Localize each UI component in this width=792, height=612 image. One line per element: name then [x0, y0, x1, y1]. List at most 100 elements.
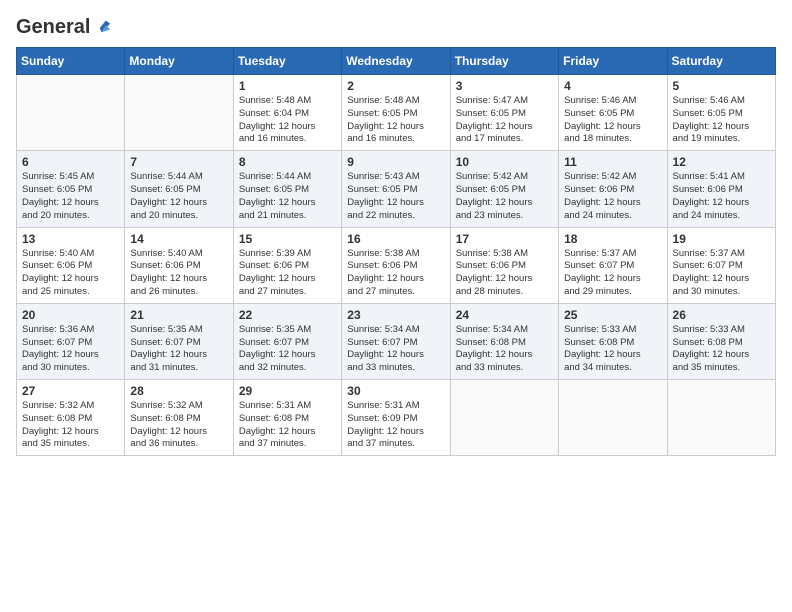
calendar-cell: 2 Sunrise: 5:48 AM Sunset: 6:05 PM Daylig…	[342, 75, 450, 151]
day-number: 11	[564, 155, 661, 169]
day-info: Sunrise: 5:35 AM Sunset: 6:07 PM Dayligh…	[239, 324, 336, 375]
day-number: 27	[22, 384, 119, 398]
day-info: Sunrise: 5:40 AM Sunset: 6:06 PM Dayligh…	[130, 248, 227, 299]
calendar-cell	[17, 75, 125, 151]
calendar-cell: 29 Sunrise: 5:31 AM Sunset: 6:08 PM Dayli…	[233, 380, 341, 456]
day-number: 16	[347, 232, 444, 246]
day-number: 24	[456, 308, 553, 322]
day-number: 25	[564, 308, 661, 322]
day-number: 3	[456, 79, 553, 93]
day-number: 12	[673, 155, 770, 169]
weekday-header-thursday: Thursday	[450, 48, 558, 75]
day-info: Sunrise: 5:33 AM Sunset: 6:08 PM Dayligh…	[673, 324, 770, 375]
calendar-cell: 10 Sunrise: 5:42 AM Sunset: 6:05 PM Dayli…	[450, 151, 558, 227]
day-number: 19	[673, 232, 770, 246]
day-number: 6	[22, 155, 119, 169]
calendar-week-row: 27 Sunrise: 5:32 AM Sunset: 6:08 PM Dayli…	[17, 380, 776, 456]
calendar-cell: 8 Sunrise: 5:44 AM Sunset: 6:05 PM Daylig…	[233, 151, 341, 227]
day-number: 28	[130, 384, 227, 398]
day-number: 4	[564, 79, 661, 93]
day-info: Sunrise: 5:48 AM Sunset: 6:04 PM Dayligh…	[239, 95, 336, 146]
day-info: Sunrise: 5:39 AM Sunset: 6:06 PM Dayligh…	[239, 248, 336, 299]
day-info: Sunrise: 5:44 AM Sunset: 6:05 PM Dayligh…	[239, 171, 336, 222]
day-info: Sunrise: 5:31 AM Sunset: 6:09 PM Dayligh…	[347, 400, 444, 451]
calendar-week-row: 1 Sunrise: 5:48 AM Sunset: 6:04 PM Daylig…	[17, 75, 776, 151]
day-number: 2	[347, 79, 444, 93]
weekday-header-tuesday: Tuesday	[233, 48, 341, 75]
calendar-cell	[125, 75, 233, 151]
calendar-cell: 25 Sunrise: 5:33 AM Sunset: 6:08 PM Dayli…	[559, 303, 667, 379]
day-info: Sunrise: 5:40 AM Sunset: 6:06 PM Dayligh…	[22, 248, 119, 299]
calendar-cell: 26 Sunrise: 5:33 AM Sunset: 6:08 PM Dayli…	[667, 303, 775, 379]
day-number: 29	[239, 384, 336, 398]
day-info: Sunrise: 5:42 AM Sunset: 6:06 PM Dayligh…	[564, 171, 661, 222]
day-number: 23	[347, 308, 444, 322]
day-info: Sunrise: 5:42 AM Sunset: 6:05 PM Dayligh…	[456, 171, 553, 222]
day-number: 7	[130, 155, 227, 169]
day-info: Sunrise: 5:43 AM Sunset: 6:05 PM Dayligh…	[347, 171, 444, 222]
day-info: Sunrise: 5:32 AM Sunset: 6:08 PM Dayligh…	[22, 400, 119, 451]
calendar-header-row: SundayMondayTuesdayWednesdayThursdayFrid…	[17, 48, 776, 75]
day-info: Sunrise: 5:45 AM Sunset: 6:05 PM Dayligh…	[22, 171, 119, 222]
calendar-cell	[450, 380, 558, 456]
logo-general: General	[16, 16, 90, 39]
calendar-cell: 5Sunrise: 5:46 AM Sunset: 6:05 PM Daylig…	[667, 75, 775, 151]
day-info: Sunrise: 5:37 AM Sunset: 6:07 PM Dayligh…	[673, 248, 770, 299]
calendar-cell	[559, 380, 667, 456]
calendar-cell: 20 Sunrise: 5:36 AM Sunset: 6:07 PM Dayli…	[17, 303, 125, 379]
day-info: Sunrise: 5:36 AM Sunset: 6:07 PM Dayligh…	[22, 324, 119, 375]
logo: General	[16, 16, 116, 35]
day-number: 21	[130, 308, 227, 322]
day-info: Sunrise: 5:46 AM Sunset: 6:05 PM Dayligh…	[564, 95, 661, 146]
calendar-cell: 15Sunrise: 5:39 AM Sunset: 6:06 PM Dayli…	[233, 227, 341, 303]
calendar-cell: 6 Sunrise: 5:45 AM Sunset: 6:05 PM Daylig…	[17, 151, 125, 227]
day-info: Sunrise: 5:48 AM Sunset: 6:05 PM Dayligh…	[347, 95, 444, 146]
calendar-table: SundayMondayTuesdayWednesdayThursdayFrid…	[16, 47, 776, 456]
calendar-cell: 27 Sunrise: 5:32 AM Sunset: 6:08 PM Dayli…	[17, 380, 125, 456]
day-info: Sunrise: 5:33 AM Sunset: 6:08 PM Dayligh…	[564, 324, 661, 375]
weekday-header-saturday: Saturday	[667, 48, 775, 75]
calendar-cell: 11 Sunrise: 5:42 AM Sunset: 6:06 PM Dayli…	[559, 151, 667, 227]
weekday-header-sunday: Sunday	[17, 48, 125, 75]
day-number: 8	[239, 155, 336, 169]
calendar-cell: 13 Sunrise: 5:40 AM Sunset: 6:06 PM Dayli…	[17, 227, 125, 303]
day-info: Sunrise: 5:32 AM Sunset: 6:08 PM Dayligh…	[130, 400, 227, 451]
day-number: 17	[456, 232, 553, 246]
calendar-cell: 12 Sunrise: 5:41 AM Sunset: 6:06 PM Dayli…	[667, 151, 775, 227]
day-info: Sunrise: 5:35 AM Sunset: 6:07 PM Dayligh…	[130, 324, 227, 375]
day-number: 9	[347, 155, 444, 169]
calendar-cell: 3Sunrise: 5:47 AM Sunset: 6:05 PM Daylig…	[450, 75, 558, 151]
calendar-cell: 19 Sunrise: 5:37 AM Sunset: 6:07 PM Dayli…	[667, 227, 775, 303]
logo-bird-icon	[94, 17, 116, 39]
calendar-cell: 23 Sunrise: 5:34 AM Sunset: 6:07 PM Dayli…	[342, 303, 450, 379]
weekday-header-friday: Friday	[559, 48, 667, 75]
day-number: 1	[239, 79, 336, 93]
calendar-cell: 9 Sunrise: 5:43 AM Sunset: 6:05 PM Daylig…	[342, 151, 450, 227]
day-number: 10	[456, 155, 553, 169]
calendar-cell: 16 Sunrise: 5:38 AM Sunset: 6:06 PM Dayli…	[342, 227, 450, 303]
day-number: 18	[564, 232, 661, 246]
weekday-header-monday: Monday	[125, 48, 233, 75]
day-number: 26	[673, 308, 770, 322]
day-number: 13	[22, 232, 119, 246]
calendar-cell: 18Sunrise: 5:37 AM Sunset: 6:07 PM Dayli…	[559, 227, 667, 303]
day-number: 22	[239, 308, 336, 322]
calendar-cell: 24Sunrise: 5:34 AM Sunset: 6:08 PM Dayli…	[450, 303, 558, 379]
weekday-header-wednesday: Wednesday	[342, 48, 450, 75]
calendar-week-row: 6 Sunrise: 5:45 AM Sunset: 6:05 PM Daylig…	[17, 151, 776, 227]
day-number: 5	[673, 79, 770, 93]
calendar-cell: 4 Sunrise: 5:46 AM Sunset: 6:05 PM Daylig…	[559, 75, 667, 151]
calendar-cell: 28 Sunrise: 5:32 AM Sunset: 6:08 PM Dayli…	[125, 380, 233, 456]
calendar-week-row: 13 Sunrise: 5:40 AM Sunset: 6:06 PM Dayli…	[17, 227, 776, 303]
day-info: Sunrise: 5:38 AM Sunset: 6:06 PM Dayligh…	[347, 248, 444, 299]
day-info: Sunrise: 5:34 AM Sunset: 6:07 PM Dayligh…	[347, 324, 444, 375]
calendar-cell: 14Sunrise: 5:40 AM Sunset: 6:06 PM Dayli…	[125, 227, 233, 303]
day-info: Sunrise: 5:38 AM Sunset: 6:06 PM Dayligh…	[456, 248, 553, 299]
day-info: Sunrise: 5:31 AM Sunset: 6:08 PM Dayligh…	[239, 400, 336, 451]
calendar-cell: 21 Sunrise: 5:35 AM Sunset: 6:07 PM Dayli…	[125, 303, 233, 379]
calendar-cell	[667, 380, 775, 456]
calendar-week-row: 20 Sunrise: 5:36 AM Sunset: 6:07 PM Dayli…	[17, 303, 776, 379]
day-number: 20	[22, 308, 119, 322]
calendar-cell: 30Sunrise: 5:31 AM Sunset: 6:09 PM Dayli…	[342, 380, 450, 456]
day-info: Sunrise: 5:41 AM Sunset: 6:06 PM Dayligh…	[673, 171, 770, 222]
